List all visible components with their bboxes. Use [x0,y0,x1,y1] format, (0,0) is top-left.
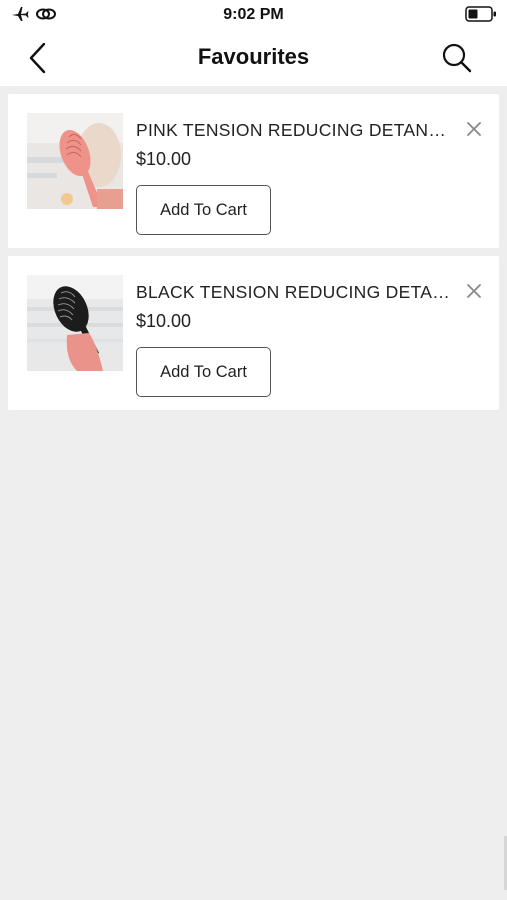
remove-favourite-button[interactable] [465,120,483,138]
product-price: $10.00 [136,311,192,331]
battery-icon [465,6,497,22]
page-title: Favourites [197,44,310,69]
favourites-list: PINK TENSION REDUCING DETANGLING BRUSH $… [8,94,499,418]
favourite-item: PINK TENSION REDUCING DETANGLING BRUSH $… [8,94,499,248]
product-name[interactable]: BLACK TENSION REDUCING DETANGLING BRUSH [136,282,456,303]
add-to-cart-button[interactable]: Add To Cart [136,185,271,235]
status-bar: 9:02 PM [0,0,507,30]
chevron-left-icon [29,42,46,74]
close-icon [467,284,481,298]
search-icon [442,43,472,73]
search-button[interactable] [441,42,473,74]
black-brush-photo [27,275,123,371]
pink-brush-photo [27,113,123,209]
product-name[interactable]: PINK TENSION REDUCING DETANGLING BRUSH [136,120,456,141]
back-button[interactable] [26,40,56,76]
favourite-item: BLACK TENSION REDUCING DETANGLING BRUSH … [8,256,499,410]
product-image[interactable] [27,113,123,209]
remove-favourite-button[interactable] [465,282,483,300]
close-icon [467,122,481,136]
product-price: $10.00 [136,149,192,169]
nav-bar: Favourites [0,30,507,86]
product-image[interactable] [27,275,123,371]
status-time: 9:02 PM [223,6,284,23]
add-to-cart-button[interactable]: Add To Cart [136,347,271,397]
